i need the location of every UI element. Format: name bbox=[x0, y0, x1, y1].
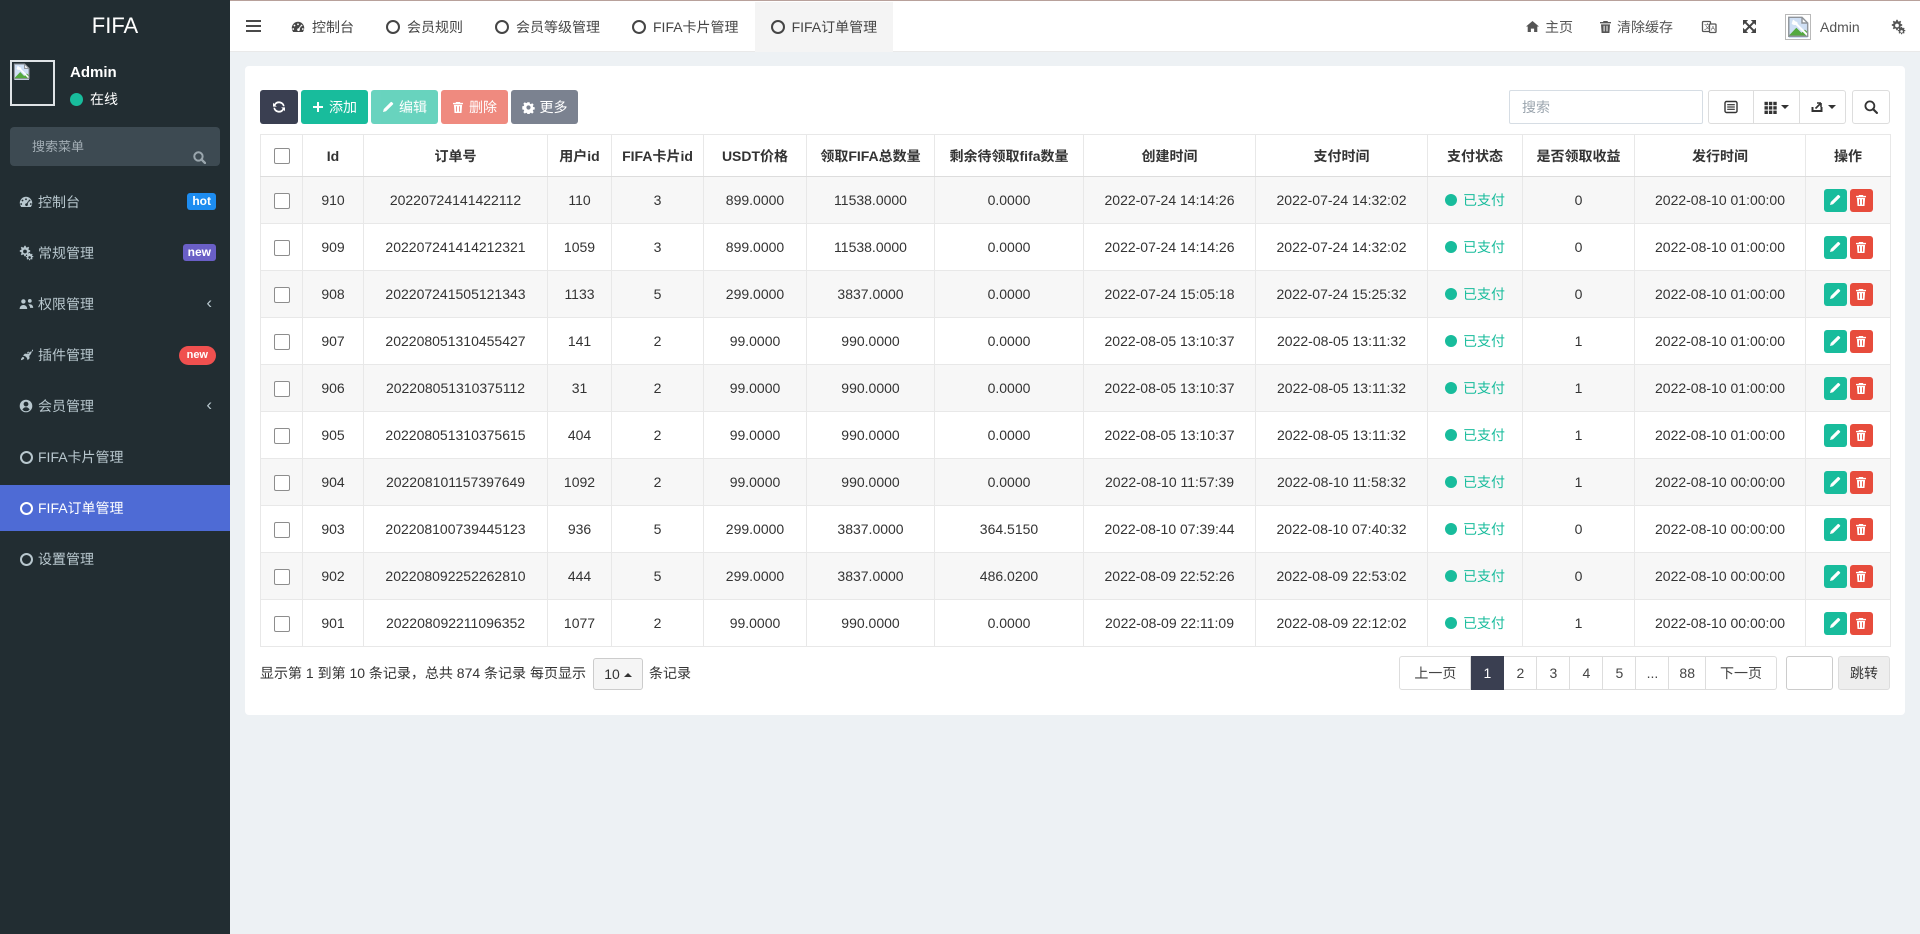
svg-text:A: A bbox=[1711, 25, 1716, 32]
